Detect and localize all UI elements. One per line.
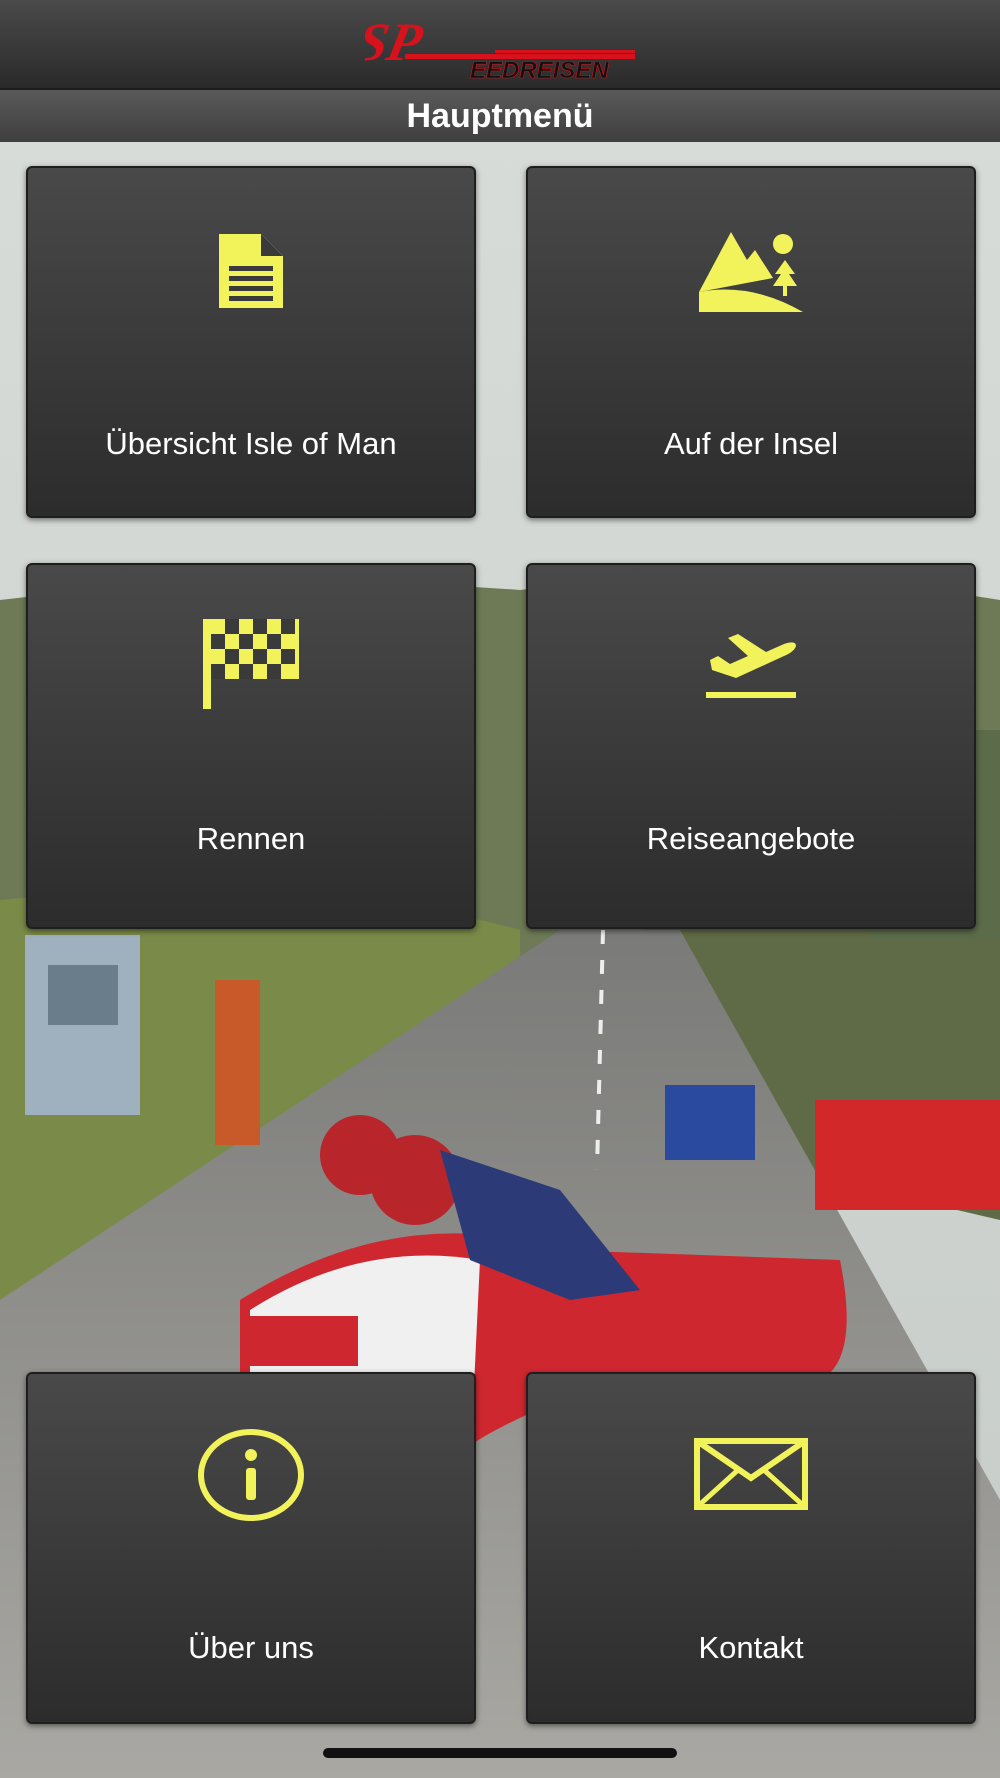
menu-label-overview: Übersicht Isle of Man xyxy=(105,426,397,461)
menu-tile-races[interactable]: Rennen xyxy=(26,563,476,929)
document-icon xyxy=(219,234,283,308)
home-indicator[interactable] xyxy=(323,1748,677,1758)
title-bar: Hauptmenü xyxy=(0,90,1000,142)
menu-label-about: Über uns xyxy=(188,1630,314,1665)
checkered-flag-icon xyxy=(203,619,299,709)
menu-tile-offers[interactable]: Reiseangebote xyxy=(526,563,976,929)
app-header: SP EEDREISEN xyxy=(0,0,1000,90)
menu-tile-island[interactable]: Auf der Insel xyxy=(526,166,976,518)
logo-text: EEDREISEN xyxy=(470,57,609,80)
menu-tile-contact[interactable]: Kontakt xyxy=(526,1372,976,1724)
speedreisen-logo: SP EEDREISEN xyxy=(365,12,635,80)
logo-sp-text: SP xyxy=(365,12,428,72)
menu-tile-about[interactable]: Über uns xyxy=(26,1372,476,1724)
envelope-icon xyxy=(694,1438,808,1510)
menu-tile-overview[interactable]: Übersicht Isle of Man xyxy=(26,166,476,518)
page-title: Hauptmenü xyxy=(406,97,594,135)
menu-label-contact: Kontakt xyxy=(698,1630,804,1665)
info-icon xyxy=(198,1429,304,1521)
landscape-icon xyxy=(699,232,803,312)
airplane-departure-icon xyxy=(706,634,796,698)
menu-label-races: Rennen xyxy=(196,821,306,856)
menu-label-offers: Reiseangebote xyxy=(646,821,856,856)
menu-label-island: Auf der Insel xyxy=(663,426,839,461)
